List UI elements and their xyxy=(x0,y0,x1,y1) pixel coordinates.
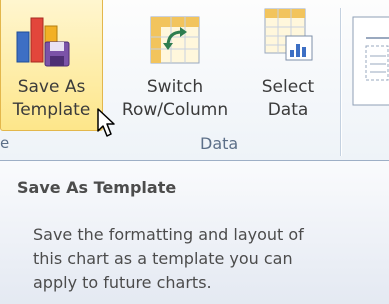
switch-row-column-label-2: Row/Column xyxy=(121,100,229,120)
ribbon-group-separator xyxy=(340,8,341,156)
tooltip-title: Save As Template xyxy=(17,178,177,197)
save-as-template-button[interactable]: Save As Template xyxy=(0,0,103,131)
select-data-button[interactable]: Select Data xyxy=(252,0,324,130)
save-as-template-label-2: Template xyxy=(12,100,91,120)
chart-layout-thumbnail[interactable] xyxy=(352,16,389,106)
ribbon-group-label-left: e xyxy=(0,134,10,152)
chart-template-icon xyxy=(16,17,70,67)
switch-row-column-label-1: Switch xyxy=(146,77,204,97)
chart-tools-ribbon: Save As Template Switch Row/Column Selec… xyxy=(0,0,389,161)
tooltip-description: Save the formatting and layout of this c… xyxy=(33,223,378,295)
tooltip-line-2: this chart as a template you can xyxy=(33,249,293,268)
super-tooltip: Save As Template Save the formatting and… xyxy=(0,160,389,304)
select-data-icon xyxy=(264,8,313,61)
mouse-pointer-icon xyxy=(97,108,115,137)
switch-row-column-button[interactable]: Switch Row/Column xyxy=(118,0,232,130)
ribbon-group-label-data: Data xyxy=(200,134,239,153)
select-data-label-1: Select xyxy=(261,77,315,97)
select-data-label-2: Data xyxy=(267,100,309,120)
switch-row-column-icon xyxy=(150,16,200,64)
tooltip-line-3: apply to future charts. xyxy=(33,273,212,292)
tooltip-line-1: Save the formatting and layout of xyxy=(33,225,304,244)
save-as-template-label-1: Save As xyxy=(17,77,86,97)
